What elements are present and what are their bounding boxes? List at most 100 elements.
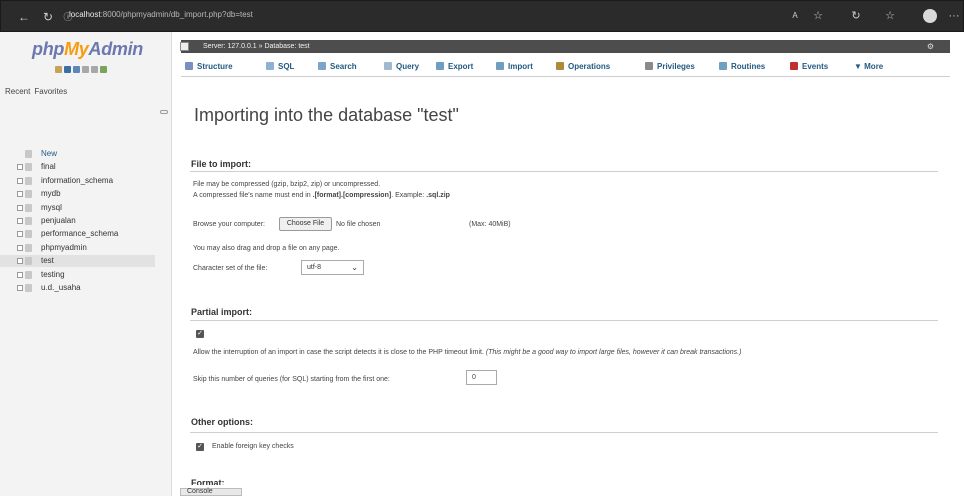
tree-item-information-schema[interactable]: information_schema [17,175,167,187]
tree-item-mydb[interactable]: mydb [17,188,167,200]
extensions-icon[interactable]: ↻ [849,9,863,23]
tab-sql[interactable]: SQL [266,57,294,77]
database-icon [25,203,32,212]
gear-icon[interactable]: ⚙ [927,40,934,53]
recent-favorites-tabs: Recent Favorites [5,87,71,96]
charset-select[interactable]: utf-8 ⌄ [301,260,364,275]
compress-example: .sql.zip [426,192,450,199]
more-icon[interactable]: ··· [947,9,961,23]
browse-label: Browse your computer: [193,221,265,228]
page-title: Importing into the database "test" [194,105,459,125]
tab-structure[interactable]: Structure [185,57,233,77]
favorites-bar-icon[interactable]: ☆ [883,9,897,23]
back-icon[interactable]: ← [17,10,31,24]
home-icon[interactable] [55,66,62,73]
tab-label: Structure [197,62,233,71]
help-icon[interactable] [73,66,80,73]
tree-item-penjualan[interactable]: penjualan [17,215,167,227]
tree-item-label: penjualan [41,215,76,225]
tree-item-final[interactable]: final [17,161,167,173]
tab-operations[interactable]: Operations [556,57,610,77]
tree-item-mysql[interactable]: mysql [17,202,167,214]
docs-icon[interactable] [82,66,89,73]
breadcrumb[interactable]: Server: 127.0.0.1 » Database: test [203,40,310,53]
tab-label: Search [330,62,357,71]
expand-icon[interactable] [17,191,23,198]
tab-label: SQL [278,62,295,71]
database-icon [25,190,32,199]
expand-icon[interactable] [17,164,23,171]
tab-import[interactable]: Import [496,57,533,77]
routines-icon [719,62,727,70]
database-tabs: Structure SQL Search Query Export Import Opera… [181,57,950,77]
tab-label: Import [508,62,533,71]
expand-icon[interactable] [17,244,23,251]
foreign-key-label: Enable foreign key checks [212,443,294,450]
profile-avatar[interactable] [923,9,937,23]
address-bar[interactable]: localhost:8000/phpmyadmin/db_import.php?… [69,10,253,19]
favorite-icon[interactable]: ☆ [811,9,825,23]
expand-icon[interactable] [17,258,23,265]
expand-icon[interactable] [17,177,23,184]
structure-icon [185,62,193,70]
tree-item-label: information_schema [41,175,114,185]
database-tree: New final information_schemamydb mysql penju… [0,148,167,295]
skip-queries-label: Skip this number of queries (for SQL) st… [193,376,390,383]
wrench-icon [556,62,564,70]
read-aloud-icon[interactable]: A [788,9,802,23]
no-file-label: No file chosen [336,221,381,228]
allow-interrupt-label: Allow the interruption of an import in c… [193,349,741,356]
settings-icon[interactable] [91,66,98,73]
database-icon [25,176,32,185]
phpmyadmin-logo[interactable]: phpMyAdmin [32,39,143,60]
compress-mid: . Example: [391,192,427,199]
skip-queries-input[interactable]: 0 [466,370,497,385]
expand-icon[interactable] [17,204,23,211]
database-icon [25,283,32,292]
tree-item-phpmyadmin[interactable]: phpmyadmin [17,242,167,254]
tab-routines[interactable]: Routines [719,57,765,77]
reload-nav-icon[interactable] [100,66,107,73]
partial-import-title: Partial import: [191,307,253,317]
link-icon[interactable] [160,110,168,114]
choose-file-button[interactable]: Choose File [279,217,332,231]
tab-privileges[interactable]: Privileges [645,57,695,77]
tab-export[interactable]: Export [436,57,473,77]
compress-format: .[format].[compression] [312,192,392,199]
foreign-key-checkbox[interactable]: ✓ [196,443,204,451]
tab-query[interactable]: Query [384,57,419,77]
tab-label: Operations [568,62,611,71]
other-options-title: Other options: [191,417,253,427]
tab-more[interactable]: ▼ More [854,57,883,77]
favorites-tab[interactable]: Favorites [34,87,67,96]
chevron-down-icon: ⌄ [351,263,358,272]
expand-icon[interactable] [17,217,23,224]
reload-icon[interactable]: ↻ [41,10,55,24]
tree-item-label: u.d._usaha [41,282,81,292]
database-icon [25,216,32,225]
logo-admin: Admin [88,39,144,59]
allow-interrupt-checkbox[interactable]: ✓ [196,330,204,338]
tree-item-performance-schema[interactable]: performance_schema [17,228,167,240]
tab-label: Events [802,62,829,71]
logout-icon[interactable] [64,66,71,73]
tree-item-u-d-usaha[interactable]: u.d._usaha [17,282,167,294]
tab-events[interactable]: Events [790,57,828,77]
tree-item-label: phpmyadmin [41,242,87,252]
tree-item-label: New [41,149,58,158]
console-button[interactable]: Console [180,488,242,496]
drag-drop-hint: You may also drag and drop a file on any… [193,245,340,252]
database-icon [25,163,32,172]
tree-item-test[interactable]: test [0,255,155,268]
tab-label: Export [448,62,474,71]
collapse-nav-icon[interactable] [180,42,189,51]
allow-interrupt-text: Allow the interruption of an import in c… [193,349,484,356]
tree-item-new[interactable]: New [17,148,167,160]
recent-tab[interactable]: Recent [5,87,30,96]
expand-icon[interactable] [17,284,23,291]
tree-item-testing[interactable]: testing [17,269,167,281]
expand-icon[interactable] [17,271,23,278]
tab-search[interactable]: Search [318,57,357,77]
expand-icon[interactable] [17,231,23,238]
tree-item-label: performance_schema [41,229,119,239]
